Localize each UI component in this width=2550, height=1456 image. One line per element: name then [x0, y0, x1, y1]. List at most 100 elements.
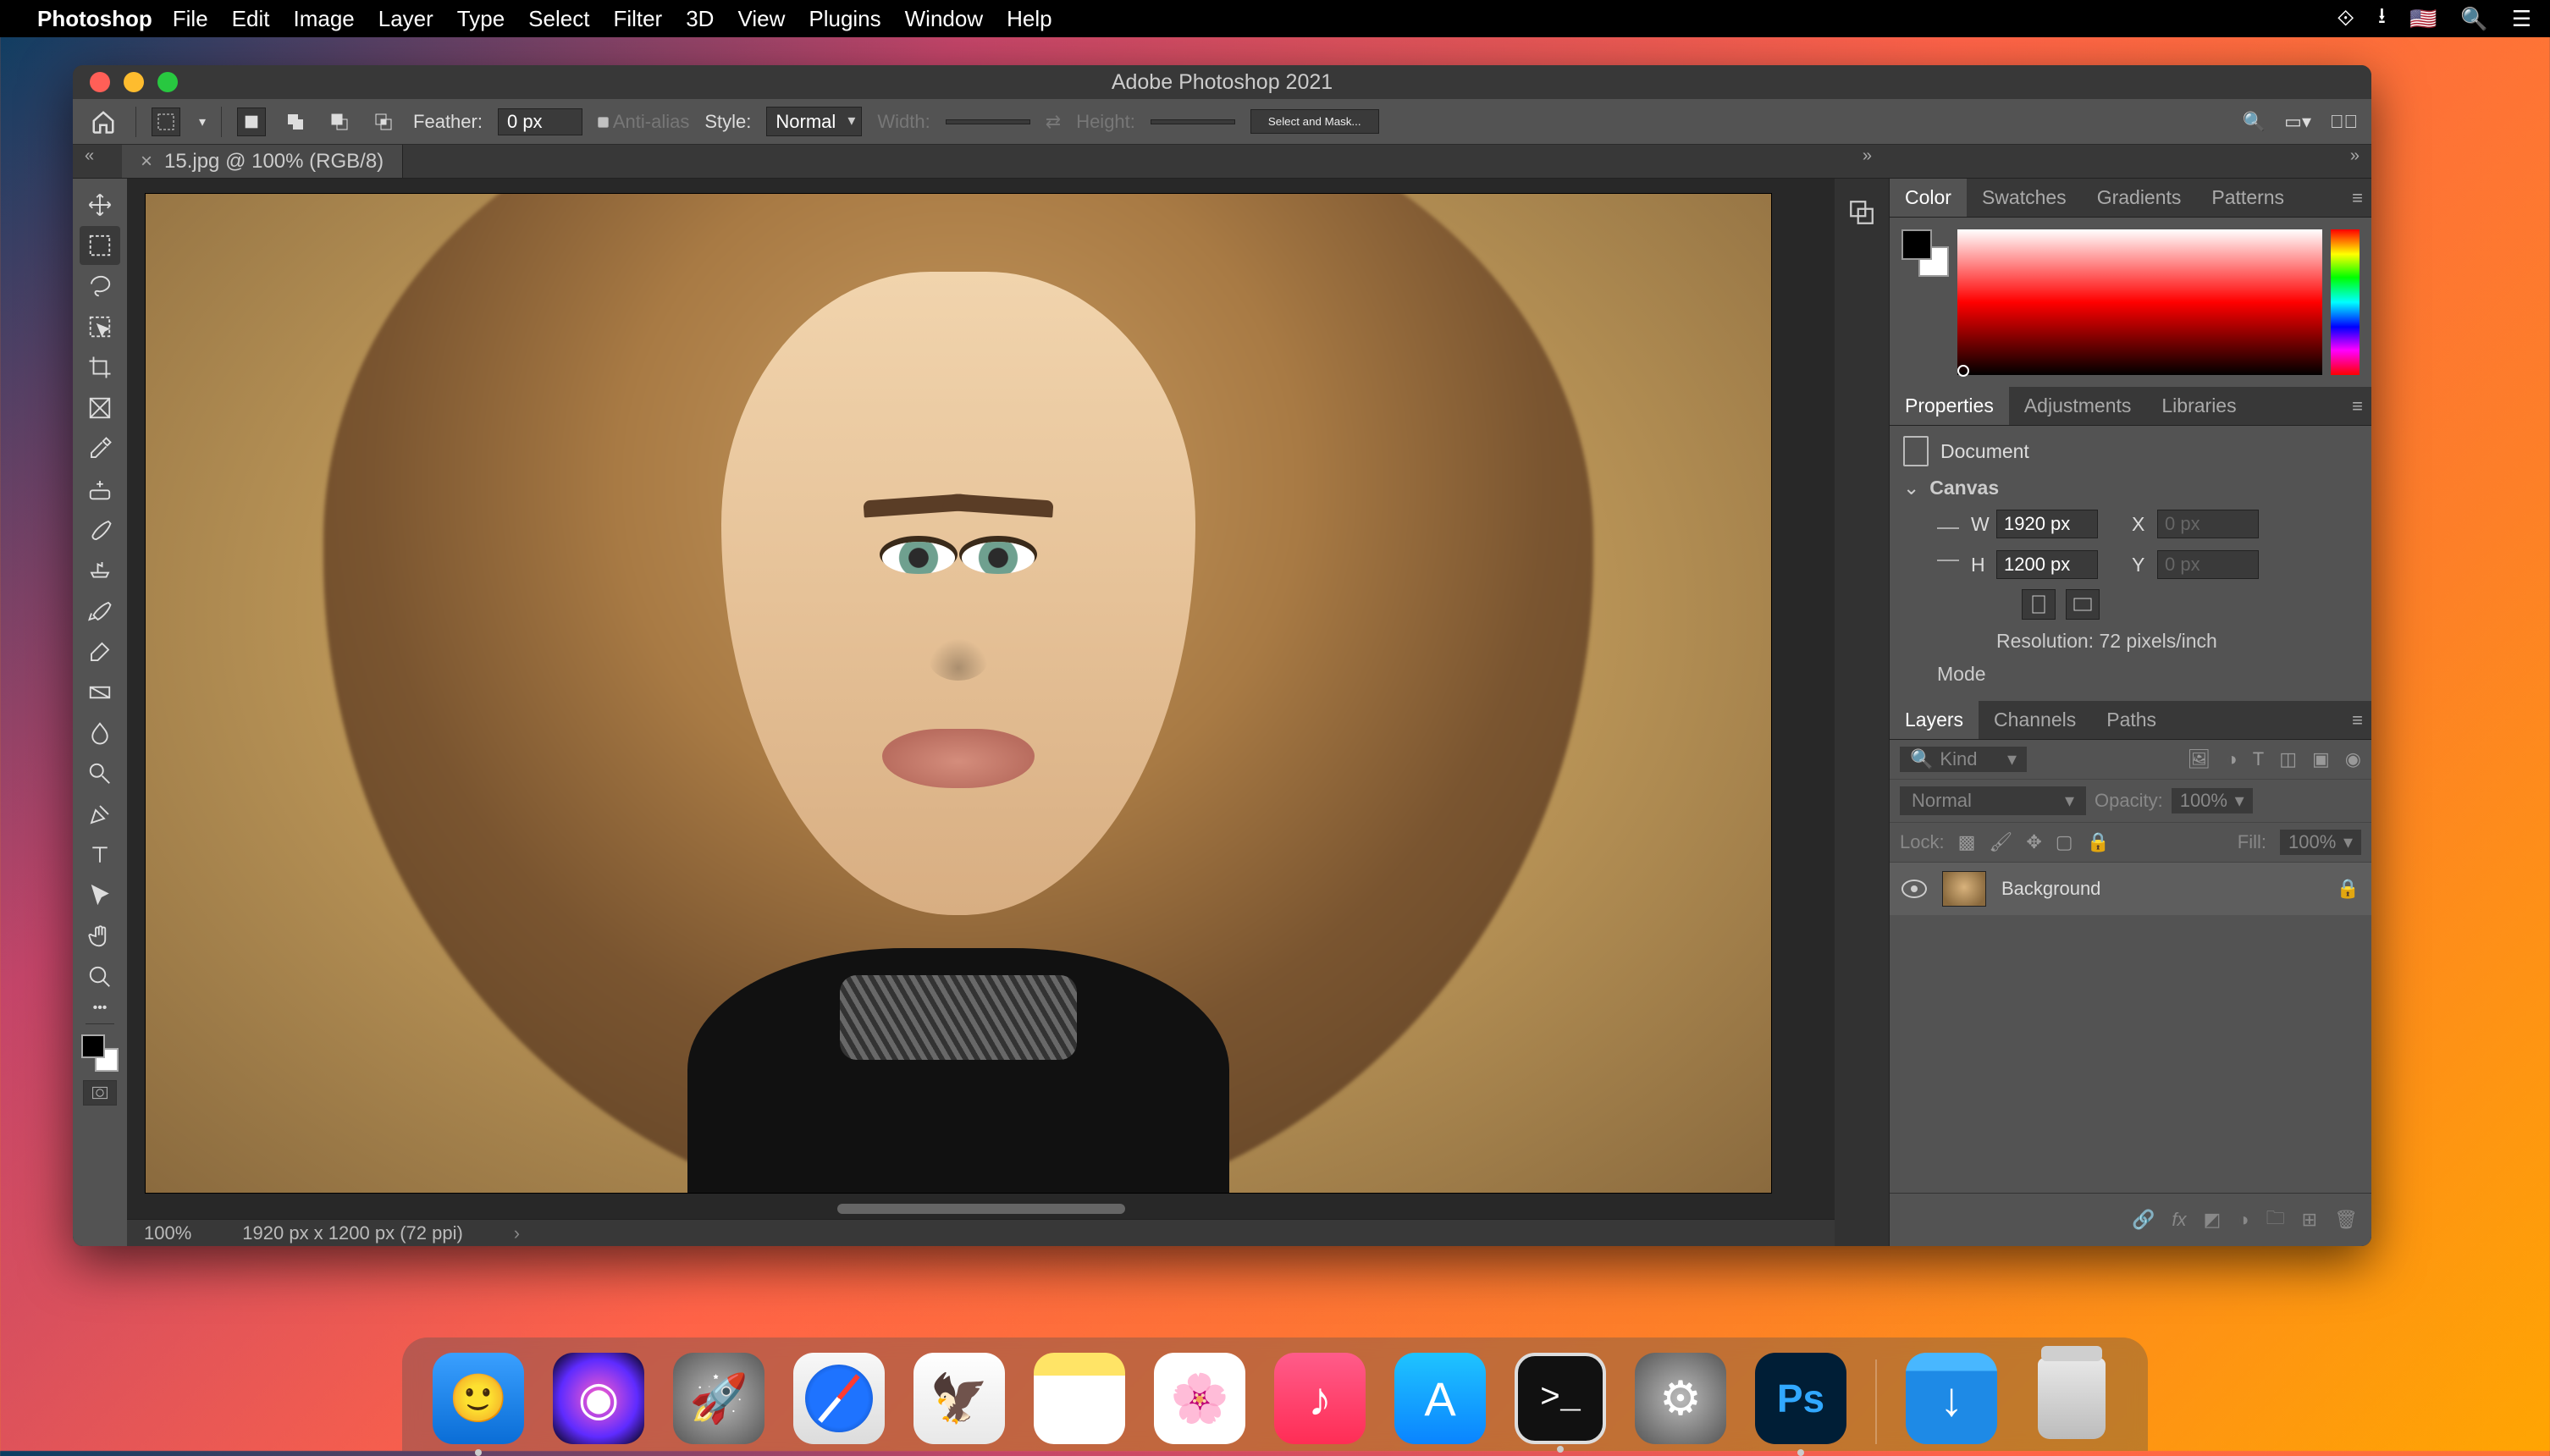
menu-edit[interactable]: Edit	[232, 6, 270, 32]
dock-settings[interactable]: ⚙︎	[1635, 1353, 1726, 1444]
new-selection-icon[interactable]	[237, 108, 266, 136]
hand-tool[interactable]	[80, 917, 120, 956]
window-zoom-button[interactable]	[157, 72, 178, 92]
object-select-tool[interactable]	[80, 307, 120, 346]
flag-us-icon[interactable]: 🇺🇸	[2409, 6, 2437, 32]
dock-downloads[interactable]: ↓	[1906, 1353, 1997, 1444]
pen-tool[interactable]	[80, 795, 120, 834]
layer-visibility-icon[interactable]	[1901, 880, 1927, 898]
window-minimize-button[interactable]	[124, 72, 144, 92]
layer-thumbnail[interactable]	[1942, 871, 1986, 907]
collapse-mid-icon[interactable]: »	[1863, 146, 1872, 166]
tab-color[interactable]: Color	[1890, 179, 1967, 217]
tab-gradients[interactable]: Gradients	[2082, 179, 2197, 217]
dock-photos[interactable]: 🌸	[1154, 1353, 1245, 1444]
spotlight-icon[interactable]: 🔍	[2460, 6, 2487, 32]
document-tab[interactable]: × 15.jpg @ 100% (RGB/8)	[122, 145, 403, 178]
lock-transparent-icon[interactable]: ▩	[1958, 831, 1976, 853]
quick-mask-icon[interactable]	[83, 1080, 117, 1106]
delete-layer-icon[interactable]: 🗑	[2334, 1209, 2358, 1231]
brush-tool[interactable]	[80, 510, 120, 549]
hue-strip[interactable]	[2331, 229, 2360, 375]
marquee-tool-indicator-icon[interactable]	[152, 108, 180, 136]
collapse-right-icon[interactable]: »	[2350, 146, 2360, 166]
tab-layers[interactable]: Layers	[1890, 701, 1979, 739]
dock-trash[interactable]	[2026, 1353, 2117, 1444]
layer-mask-icon[interactable]: ◩	[2204, 1209, 2222, 1231]
layer-name[interactable]: Background	[2001, 878, 2100, 900]
crop-tool[interactable]	[80, 348, 120, 387]
blend-mode-select[interactable]: Normal▾	[1900, 786, 2086, 815]
app-name[interactable]: Photoshop	[37, 6, 152, 32]
dock-finder[interactable]: 🙂	[433, 1353, 524, 1444]
document-canvas[interactable]	[146, 194, 1771, 1193]
eraser-tool[interactable]	[80, 632, 120, 671]
tab-adjustments[interactable]: Adjustments	[2009, 387, 2147, 425]
dock-notes[interactable]	[1034, 1353, 1125, 1444]
menu-help[interactable]: Help	[1007, 6, 1051, 32]
layer-filter-kind[interactable]: 🔍 Kind▾	[1900, 747, 2027, 772]
status-more-icon[interactable]: ›	[514, 1222, 520, 1244]
menu-plugins[interactable]: Plugins	[809, 6, 880, 32]
dock-appstore[interactable]: A	[1394, 1353, 1486, 1444]
sync-icon[interactable]: ⭳	[2378, 0, 2386, 37]
zoom-tool[interactable]	[80, 957, 120, 996]
lock-all-icon[interactable]: 🔒	[2087, 831, 2110, 853]
menu-layer[interactable]: Layer	[378, 6, 433, 32]
lock-artboard-icon[interactable]: ▢	[2056, 831, 2073, 853]
layer-locked-icon[interactable]: 🔒	[2337, 878, 2360, 900]
tab-libraries[interactable]: Libraries	[2146, 387, 2251, 425]
filter-type-icon[interactable]: T	[2253, 748, 2264, 770]
menu-filter[interactable]: Filter	[613, 6, 662, 32]
tab-channels[interactable]: Channels	[1979, 701, 2091, 739]
menu-select[interactable]: Select	[528, 6, 589, 32]
filter-shape-icon[interactable]: ◫	[2279, 748, 2297, 770]
lock-pixels-icon[interactable]: 🖌	[1989, 831, 2012, 853]
canvas-section-toggle[interactable]: ⌄ Canvas	[1903, 477, 2358, 499]
adjustment-layer-icon[interactable]: ◑	[2238, 1209, 2249, 1231]
blur-tool[interactable]	[80, 714, 120, 753]
select-and-mask-button[interactable]: Select and Mask...	[1250, 109, 1379, 134]
height-field[interactable]: 1200 px	[1996, 550, 2098, 579]
search-icon[interactable]: 🔍	[2243, 111, 2266, 133]
healing-brush-tool[interactable]	[80, 470, 120, 509]
mode-label[interactable]: Mode	[1903, 663, 2358, 686]
panel-menu-icon[interactable]: ≡	[2352, 395, 2363, 417]
lasso-tool[interactable]	[80, 267, 120, 306]
close-tab-icon[interactable]: ×	[141, 150, 152, 174]
fill-field[interactable]: 100%▾	[2280, 830, 2361, 855]
share-icon[interactable]: ⇧⃞	[2330, 111, 2358, 133]
panel-menu-icon[interactable]: ≡	[2352, 187, 2363, 209]
control-center-icon[interactable]: ☰	[2512, 6, 2531, 32]
new-layer-icon[interactable]: ⊞	[2302, 1209, 2317, 1231]
color-spectrum[interactable]	[1957, 229, 2322, 375]
history-brush-tool[interactable]	[80, 592, 120, 631]
menu-3d[interactable]: 3D	[686, 6, 714, 32]
clone-stamp-tool[interactable]	[80, 551, 120, 590]
collapse-left-icon[interactable]: «	[85, 146, 94, 166]
style-select[interactable]: Normal	[766, 107, 862, 136]
layer-fx-icon[interactable]: fx	[2172, 1209, 2186, 1231]
layer-group-icon[interactable]: 🗀	[2266, 1204, 2285, 1236]
dock-mail[interactable]: 🦅	[913, 1353, 1005, 1444]
eyedropper-tool[interactable]	[80, 429, 120, 468]
menu-file[interactable]: File	[173, 6, 208, 32]
orientation-portrait-icon[interactable]	[2022, 589, 2056, 620]
fg-bg-color[interactable]	[81, 1034, 119, 1072]
dock-siri[interactable]: ◉	[553, 1353, 644, 1444]
lock-position-icon[interactable]: ✥	[2026, 831, 2041, 853]
dock-photoshop[interactable]: Ps	[1755, 1353, 1846, 1444]
tab-swatches[interactable]: Swatches	[1967, 179, 2082, 217]
tab-properties[interactable]: Properties	[1890, 387, 2009, 425]
move-tool[interactable]	[80, 185, 120, 224]
type-tool[interactable]	[80, 836, 120, 874]
link-layers-icon[interactable]: 🔗	[2132, 1209, 2155, 1231]
cc-icon[interactable]: ⟐	[2337, 5, 2354, 32]
path-select-tool[interactable]	[80, 876, 120, 915]
dock-launchpad[interactable]: 🚀	[673, 1353, 764, 1444]
filter-toggle-icon[interactable]: ◉	[2345, 748, 2361, 770]
menu-window[interactable]: Window	[905, 6, 983, 32]
filter-adjust-icon[interactable]: ◑	[2226, 748, 2237, 770]
menu-image[interactable]: Image	[293, 6, 354, 32]
add-to-selection-icon[interactable]	[281, 108, 310, 136]
